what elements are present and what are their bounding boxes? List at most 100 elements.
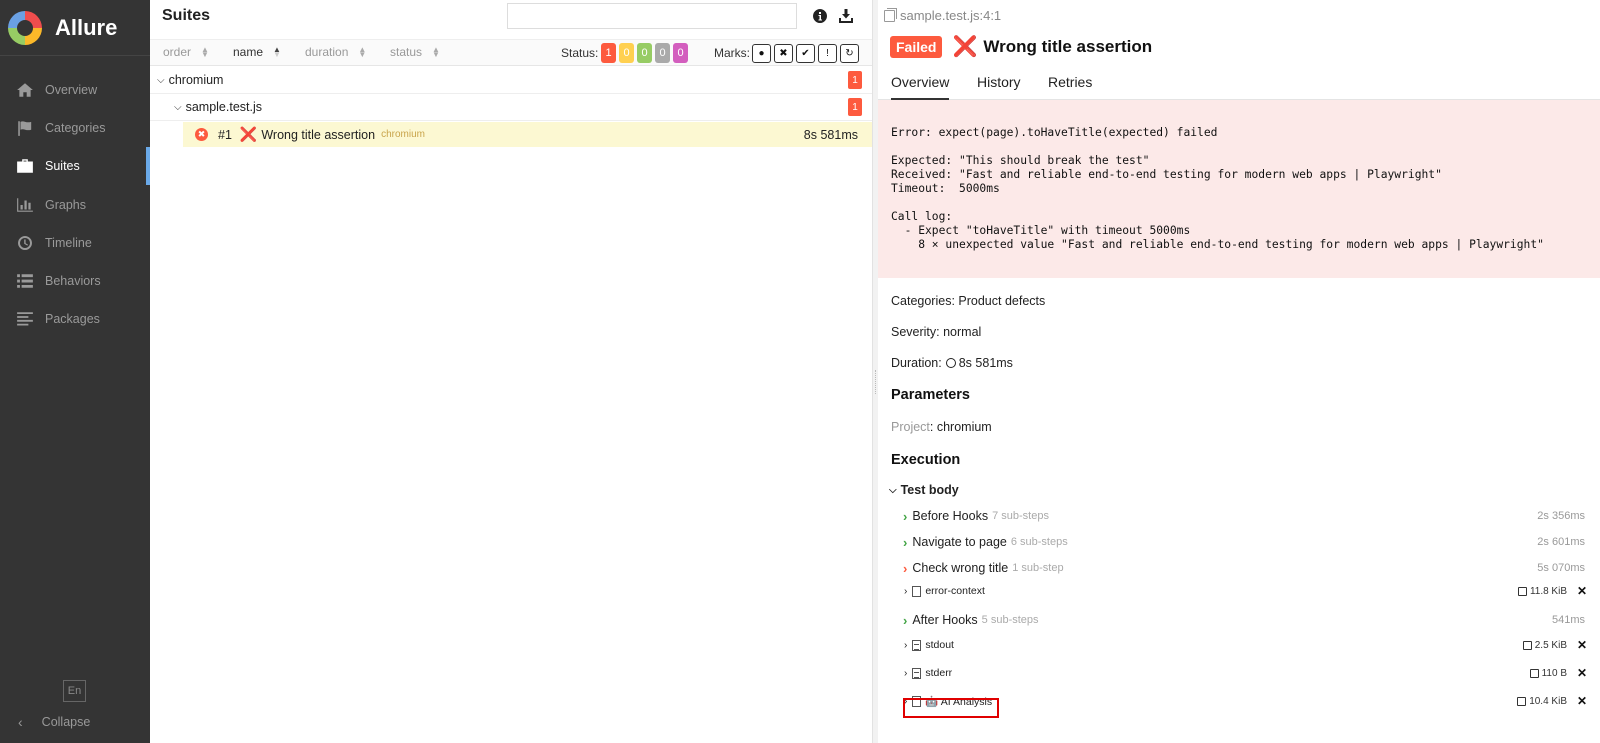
step-substeps: 7 sub-steps xyxy=(992,510,1049,522)
tree-group-row[interactable]: ⌵ chromium 1 xyxy=(150,67,872,94)
status-filter-unknown[interactable]: 0 xyxy=(673,43,688,63)
test-body-toggle[interactable]: ⌵ Test body xyxy=(889,483,959,497)
attachment-row-ai-analysis[interactable]: › 🤖 AI Analysis 10.4 KiB ✕ xyxy=(903,690,1593,712)
sidebar-item-timeline[interactable]: Timeline xyxy=(0,224,150,262)
step-name: After Hooks xyxy=(912,613,978,627)
tab-retries[interactable]: Retries xyxy=(1048,74,1092,98)
attachment-size-value: 2.5 KiB xyxy=(1534,639,1567,651)
download-icon[interactable] xyxy=(838,8,854,24)
flaky-bomb-icon[interactable]: ● xyxy=(752,44,771,63)
step-duration: 2s 356ms xyxy=(1537,510,1585,522)
test-project-tag: chromium xyxy=(381,129,425,140)
cross-mark-icon: ❌ xyxy=(952,36,978,58)
brand[interactable]: Allure xyxy=(0,0,150,56)
chevron-down-icon: ⌵ xyxy=(174,101,182,113)
retries-status-change-icon[interactable]: ↻ xyxy=(840,44,859,63)
attachment-row[interactable]: › error-context 11.8 KiB ✕ xyxy=(903,580,1593,602)
new-failed-icon[interactable]: ✖ xyxy=(774,44,793,63)
sort-duration[interactable]: duration ▲ ▼ xyxy=(305,45,366,59)
sidebar-item-behaviors[interactable]: Behaviors xyxy=(0,262,150,300)
test-duration: 8s 581ms xyxy=(803,127,858,142)
expand-icon[interactable]: ✕ xyxy=(1577,666,1587,680)
failed-count-badge: 1 xyxy=(848,98,862,116)
file-icon xyxy=(912,585,922,597)
sort-name[interactable]: name ▲ ▼ xyxy=(233,45,281,59)
sidebar-item-overview[interactable]: Overview xyxy=(0,71,150,109)
info-icon[interactable] xyxy=(812,8,828,24)
status-filter-broken[interactable]: 0 xyxy=(619,43,634,63)
failed-count-badge: 1 xyxy=(848,71,862,89)
failed-status-icon: ✖ xyxy=(195,128,208,141)
search-input[interactable] xyxy=(507,3,797,29)
test-path[interactable]: sample.test.js:4:1 xyxy=(884,7,1002,23)
status-filter-failed[interactable]: 1 xyxy=(601,43,616,63)
sort-icon: ▲ ▼ xyxy=(201,45,209,59)
language-button[interactable]: En xyxy=(63,680,86,702)
sidebar-item-label: Overview xyxy=(45,83,98,97)
expand-icon[interactable]: ✕ xyxy=(1577,638,1587,652)
tab-history[interactable]: History xyxy=(977,74,1021,98)
chevron-right-icon: › xyxy=(904,667,908,679)
sort-status[interactable]: status ▲ ▼ xyxy=(390,45,440,59)
expand-icon[interactable]: ✕ xyxy=(1577,584,1587,598)
step-row[interactable]: › Before Hooks 7 sub-steps 2s 356ms xyxy=(903,505,1593,527)
tree-file-row[interactable]: ⌵ sample.test.js 1 xyxy=(150,94,872,121)
sidebar-item-label: Packages xyxy=(45,312,100,326)
chevron-down-icon: ⌵ xyxy=(157,74,165,86)
step-duration: 5s 070ms xyxy=(1537,562,1585,574)
severity-line: Severity: normal xyxy=(891,325,982,339)
flag-icon xyxy=(16,120,34,136)
tab-overview[interactable]: Overview xyxy=(891,74,950,100)
step-duration: 541ms xyxy=(1551,614,1585,626)
duration-label: Duration: xyxy=(891,356,942,370)
parameter-row: Project: chromium xyxy=(891,420,992,434)
test-name: Wrong title assertion xyxy=(261,127,376,142)
collapse-button[interactable]: ‹ Collapse xyxy=(0,710,150,734)
error-message: Error: expect(page).toHaveTitle(expected… xyxy=(891,126,1544,251)
attachment-row[interactable]: › stdout 2.5 KiB ✕ xyxy=(903,634,1593,656)
detail-tabs: Overview History Retries xyxy=(878,70,1600,100)
attachment-row[interactable]: › stderr 110 B ✕ xyxy=(903,662,1593,684)
sidebar: Allure Overview Categories Suites Graphs… xyxy=(0,0,150,743)
test-number: #1 xyxy=(218,127,232,142)
step-row[interactable]: › Navigate to page 6 sub-steps 2s 601ms xyxy=(903,531,1593,553)
chevron-right-icon: › xyxy=(903,534,908,550)
categories-line: Categories: Product defects xyxy=(891,294,1046,308)
sidebar-item-label: Behaviors xyxy=(45,274,101,288)
step-row-failed[interactable]: › Check wrong title 1 sub-step 5s 070ms xyxy=(903,557,1593,579)
sort-asc-icon: ▲ ▼ xyxy=(273,45,281,59)
step-duration: 2s 601ms xyxy=(1537,536,1585,548)
sidebar-item-categories[interactable]: Categories xyxy=(0,109,150,147)
list-icon xyxy=(16,273,34,289)
error-message-box: Error: expect(page).toHaveTitle(expected… xyxy=(878,100,1600,278)
step-substeps: 1 sub-step xyxy=(1012,562,1064,574)
chevron-right-icon: › xyxy=(903,612,908,628)
new-broken-icon[interactable]: ! xyxy=(818,44,837,63)
test-body-label: Test body xyxy=(900,483,959,497)
new-passed-icon[interactable]: ✔ xyxy=(796,44,815,63)
collapse-label: Collapse xyxy=(41,715,91,729)
step-name: Before Hooks xyxy=(912,509,989,523)
copy-icon xyxy=(884,7,897,22)
sidebar-item-graphs[interactable]: Graphs xyxy=(0,186,150,224)
sidebar-item-label: Categories xyxy=(45,121,106,135)
attachment-size: 11.8 KiB xyxy=(1517,585,1567,597)
sidebar-item-label: Graphs xyxy=(45,198,86,212)
sort-order[interactable]: order ▲ ▼ xyxy=(163,45,209,59)
status-filter-passed[interactable]: 0 xyxy=(637,43,652,63)
sidebar-item-packages[interactable]: Packages xyxy=(0,300,150,338)
attachment-size: 2.5 KiB xyxy=(1522,639,1567,651)
parameters-heading: Parameters xyxy=(891,387,970,403)
status-filter-skipped[interactable]: 0 xyxy=(655,43,670,63)
sort-order-label: order xyxy=(163,45,192,59)
attachment-size-value: 10.4 KiB xyxy=(1529,695,1567,707)
test-path-label: sample.test.js:4:1 xyxy=(900,8,1002,23)
clock-icon xyxy=(16,235,34,251)
expand-icon[interactable]: ✕ xyxy=(1577,694,1587,708)
test-result-row[interactable]: ✖ #1 ❌ Wrong title assertion chromium 8s… xyxy=(183,122,872,147)
sidebar-item-suites[interactable]: Suites xyxy=(0,147,150,185)
stopwatch-icon xyxy=(945,358,956,368)
attachment-size: 110 B xyxy=(1529,668,1567,679)
attachment-size-value: 11.8 KiB xyxy=(1529,585,1567,597)
step-row[interactable]: › After Hooks 5 sub-steps 541ms xyxy=(903,609,1593,631)
